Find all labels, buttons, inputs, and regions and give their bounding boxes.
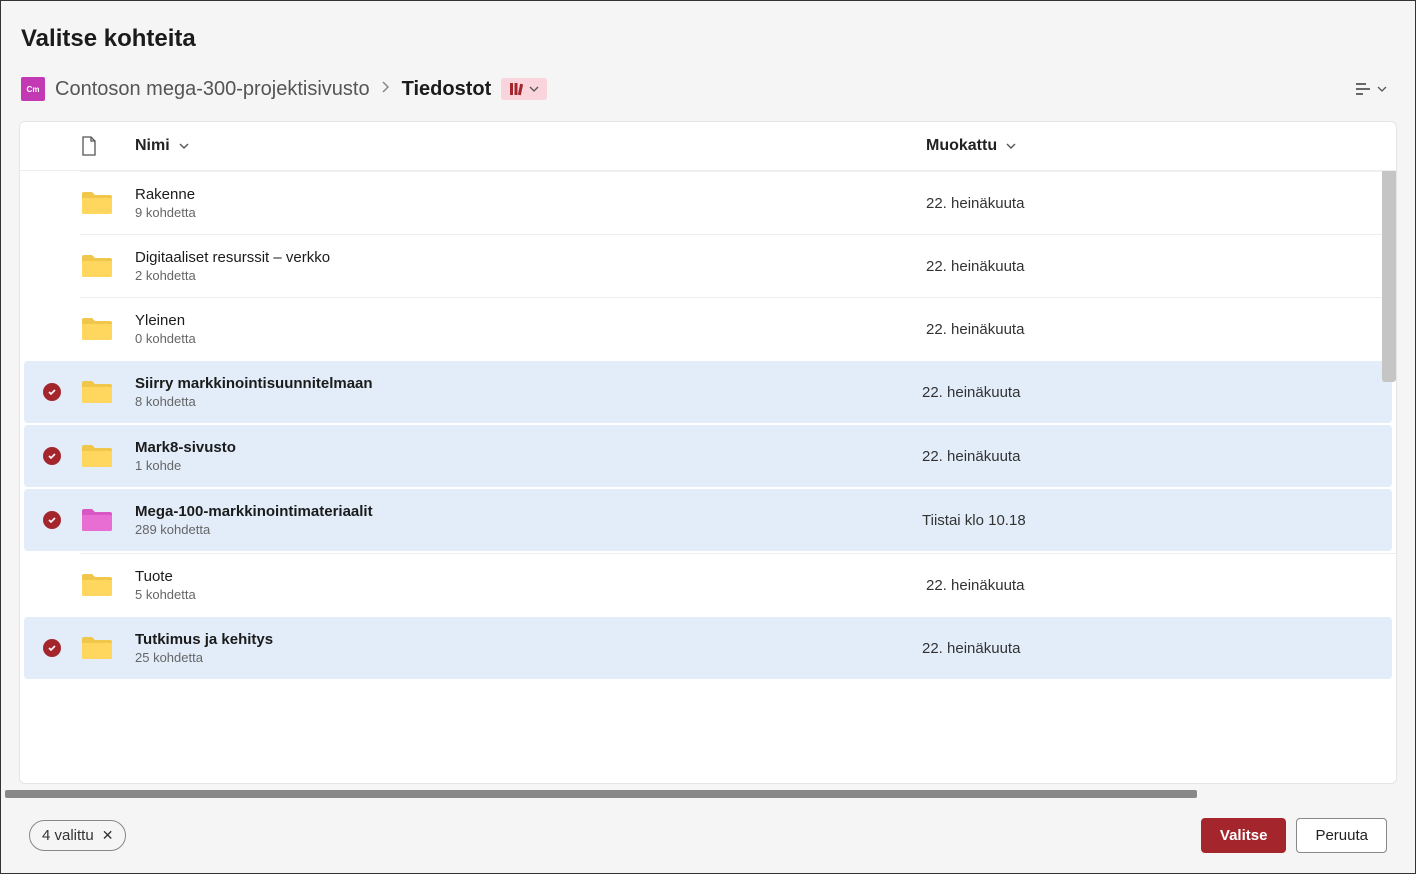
- breadcrumb-row: Cm Contoson mega-300-projektisivusto Tie…: [1, 65, 1415, 121]
- chevron-down-icon: [178, 140, 190, 152]
- folder-icon: [80, 506, 114, 534]
- cancel-button[interactable]: Peruuta: [1296, 818, 1387, 853]
- horizontal-scrollbar[interactable]: [5, 790, 1197, 798]
- item-modified: 22. heinäkuuta: [926, 195, 1396, 212]
- item-modified: 22. heinäkuuta: [922, 384, 1392, 401]
- item-meta: 1 kohde: [135, 458, 181, 473]
- site-icon: Cm: [21, 77, 45, 101]
- item-meta: 289 kohdetta: [135, 522, 210, 537]
- dialog-footer: 4 valittu ✕ Valitse Peruuta: [1, 798, 1415, 873]
- selected-check-icon[interactable]: [43, 639, 61, 657]
- folder-icon: [80, 571, 114, 599]
- folder-icon: [80, 442, 114, 470]
- file-list-row[interactable]: Mark8-sivusto 1 kohde 22. heinäkuuta: [24, 425, 1392, 487]
- item-name: Yleinen: [135, 312, 185, 329]
- item-name: Mark8-sivusto: [135, 439, 236, 456]
- library-dropdown[interactable]: [501, 78, 547, 100]
- chevron-down-icon: [529, 84, 539, 94]
- item-name: Mega-100-markkinointimateriaalit: [135, 503, 373, 520]
- selection-count-text: 4 valittu: [42, 827, 94, 844]
- item-name: Rakenne: [135, 186, 195, 203]
- chevron-right-icon: [380, 80, 392, 98]
- item-meta: 5 kohdetta: [135, 587, 196, 602]
- item-modified: Tiistai klo 10.18: [922, 512, 1392, 529]
- chevron-down-icon: [1377, 84, 1387, 94]
- file-list-row[interactable]: Tuote 5 kohdetta 22. heinäkuuta: [80, 553, 1396, 616]
- file-list-row[interactable]: Digitaaliset resurssit – verkko 2 kohdet…: [80, 234, 1396, 297]
- item-modified: 22. heinäkuuta: [926, 321, 1396, 338]
- item-modified: 22. heinäkuuta: [926, 258, 1396, 275]
- file-list-row[interactable]: Yleinen 0 kohdetta 22. heinäkuuta: [80, 297, 1396, 360]
- item-meta: 8 kohdetta: [135, 394, 196, 409]
- file-list: Nimi Muokattu Rakenne 9 kohdetta 22. hei…: [19, 121, 1397, 784]
- view-options-button[interactable]: [1345, 73, 1395, 105]
- file-list-row[interactable]: Rakenne 9 kohdetta 22. heinäkuuta: [80, 171, 1396, 234]
- breadcrumb: Cm Contoson mega-300-projektisivusto Tie…: [21, 77, 547, 101]
- folder-icon: [80, 378, 114, 406]
- column-header-modified[interactable]: Muokattu: [926, 137, 1396, 155]
- footer-buttons: Valitse Peruuta: [1201, 818, 1387, 853]
- item-modified: 22. heinäkuuta: [922, 448, 1392, 465]
- dialog-title: Valitse kohteita: [21, 25, 1395, 53]
- chevron-down-icon: [1005, 140, 1017, 152]
- folder-icon: [80, 634, 114, 662]
- folder-icon: [80, 189, 114, 217]
- selected-check-icon[interactable]: [43, 447, 61, 465]
- dialog-header: Valitse kohteita: [1, 1, 1415, 65]
- item-modified: 22. heinäkuuta: [922, 640, 1392, 657]
- item-name: Digitaaliset resurssit – verkko: [135, 249, 330, 266]
- item-meta: 9 kohdetta: [135, 205, 196, 220]
- item-meta: 2 kohdetta: [135, 268, 196, 283]
- column-header-name[interactable]: Nimi: [135, 137, 926, 155]
- table-header: Nimi Muokattu: [20, 122, 1396, 171]
- folder-icon: [80, 315, 114, 343]
- item-meta: 25 kohdetta: [135, 650, 203, 665]
- selected-check-icon[interactable]: [43, 511, 61, 529]
- item-name: Tutkimus ja kehitys: [135, 631, 273, 648]
- breadcrumb-site[interactable]: Contoson mega-300-projektisivusto: [55, 78, 370, 101]
- file-picker-dialog: Valitse kohteita Cm Contoson mega-300-pr…: [1, 1, 1415, 873]
- folder-icon: [80, 252, 114, 280]
- item-modified: 22. heinäkuuta: [926, 577, 1396, 594]
- item-name: Siirry markkinointisuunnitelmaan: [135, 375, 373, 392]
- file-list-row[interactable]: Siirry markkinointisuunnitelmaan 8 kohde…: [24, 361, 1392, 423]
- document-icon: [80, 136, 98, 156]
- select-button[interactable]: Valitse: [1201, 818, 1287, 853]
- selected-check-icon[interactable]: [43, 383, 61, 401]
- clear-selection-icon[interactable]: ✕: [102, 827, 114, 844]
- library-icon: [509, 81, 525, 97]
- breadcrumb-current[interactable]: Tiedostot: [402, 78, 492, 101]
- item-meta: 0 kohdetta: [135, 331, 196, 346]
- file-list-row[interactable]: Tutkimus ja kehitys 25 kohdetta 22. hein…: [24, 617, 1392, 679]
- file-list-row[interactable]: Mega-100-markkinointimateriaalit 289 koh…: [24, 489, 1392, 551]
- selection-count-pill[interactable]: 4 valittu ✕: [29, 820, 126, 851]
- item-name: Tuote: [135, 568, 173, 585]
- list-view-icon: [1353, 79, 1373, 99]
